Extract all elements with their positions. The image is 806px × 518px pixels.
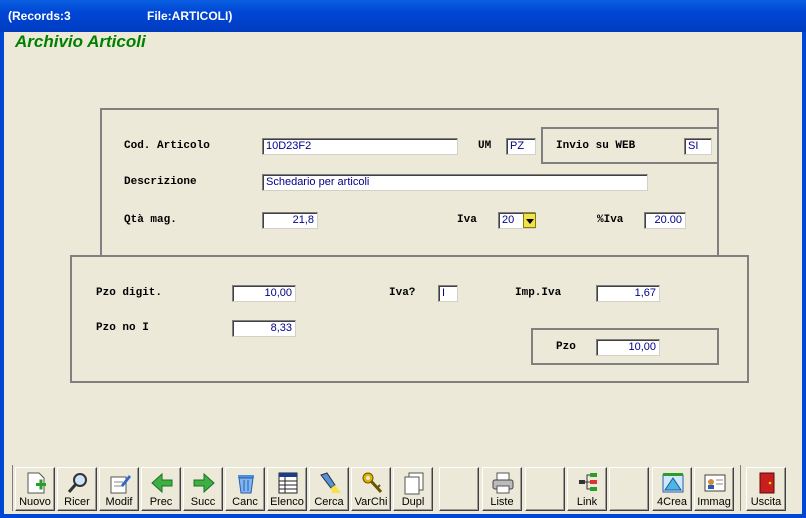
4crea-button[interactable]: 4Crea <box>652 467 692 511</box>
pzo-label: Pzo <box>556 341 576 353</box>
um-label: UM <box>478 140 492 152</box>
exit-door-icon <box>759 472 775 494</box>
qta-label: Qtà mag. <box>124 214 177 226</box>
modif-label: Modif <box>105 496 133 508</box>
invio-web-label: Invio su WEB <box>556 140 636 152</box>
edit-icon <box>110 475 131 494</box>
pzo-digit-label: Pzo digit. <box>96 287 163 299</box>
toolbar-separator <box>12 465 13 511</box>
window-border-right <box>802 32 806 518</box>
liste-button[interactable]: Liste <box>482 467 522 511</box>
perc-iva-label: %Iva <box>597 214 624 226</box>
descrizione-field[interactable]: Schedario per articoli <box>262 174 648 191</box>
invio-web-field[interactable]: SI <box>684 138 712 155</box>
uscita-label: Uscita <box>750 496 782 508</box>
immag-button[interactable]: Immag <box>694 467 734 511</box>
create-icon <box>662 473 684 493</box>
id-card-icon <box>704 474 726 492</box>
pzo-digit-field[interactable]: 10,00 <box>232 285 296 302</box>
list-icon <box>278 472 298 494</box>
modif-button[interactable]: Modif <box>99 467 139 511</box>
dupl-button[interactable]: Dupl <box>393 467 433 511</box>
imp-iva-field[interactable]: 1,67 <box>596 285 660 302</box>
tree-icon <box>579 473 597 491</box>
flashlight-icon <box>320 472 341 493</box>
cerca-label: Cerca <box>314 496 344 508</box>
pzo-no-i-field[interactable]: 8,33 <box>232 320 296 337</box>
cod-articolo-label: Cod. Articolo <box>124 140 210 152</box>
elenco-label: Elenco <box>270 496 304 508</box>
records-count: (Records:3 <box>8 9 71 23</box>
dupl-label: Dupl <box>401 496 425 508</box>
qta-field[interactable]: 21,8 <box>262 212 318 229</box>
new-document-icon <box>27 472 46 494</box>
duplicate-icon <box>404 472 424 495</box>
link-label: Link <box>576 496 598 508</box>
prec-label: Prec <box>149 496 173 508</box>
succ-label: Succ <box>190 496 216 508</box>
empty-button-1[interactable] <box>439 467 479 511</box>
liste-label: Liste <box>490 496 514 508</box>
printer-icon <box>492 472 514 494</box>
keys-icon <box>362 472 383 494</box>
descrizione-label: Descrizione <box>124 176 197 188</box>
canc-button[interactable]: Canc <box>225 467 265 511</box>
iva-select-value: 20 <box>502 214 515 226</box>
link-button[interactable]: Link <box>567 467 607 511</box>
um-field[interactable]: PZ <box>506 138 536 155</box>
trash-icon <box>238 475 254 494</box>
app-window: (Records:3 File:ARTICOLI) Archivio Artic… <box>0 0 806 518</box>
magnifier-icon <box>67 473 87 493</box>
chevron-down-icon[interactable] <box>523 213 536 228</box>
toolbar: Nuovo Ricer Modif Prec Succ Canc Elenco … <box>12 462 788 511</box>
window-border-left <box>0 32 4 518</box>
empty-button-2[interactable] <box>525 467 565 511</box>
ricer-button[interactable]: Ricer <box>57 467 97 511</box>
nuovo-button[interactable]: Nuovo <box>15 467 55 511</box>
succ-button[interactable]: Succ <box>183 467 223 511</box>
pzo-field[interactable]: 10,00 <box>596 339 660 356</box>
iva-label: Iva <box>457 214 477 226</box>
elenco-button[interactable]: Elenco <box>267 467 307 511</box>
empty-button-3[interactable] <box>609 467 649 511</box>
title-bar[interactable]: (Records:3 File:ARTICOLI) <box>0 0 806 32</box>
file-name: File:ARTICOLI) <box>147 9 233 23</box>
arrow-left-icon <box>151 472 173 494</box>
iva-q-field[interactable]: I <box>438 285 458 302</box>
arrow-right-icon <box>193 472 215 494</box>
varchi-label: VarChi <box>354 496 388 508</box>
imp-iva-label: Imp.Iva <box>515 287 562 299</box>
varchi-button[interactable]: VarChi <box>351 467 391 511</box>
perc-iva-field[interactable]: 20.00 <box>644 212 686 229</box>
cerca-button[interactable]: Cerca <box>309 467 349 511</box>
cod-articolo-field[interactable]: 10D23F2 <box>262 138 458 155</box>
toolbar-separator <box>740 465 741 511</box>
uscita-button[interactable]: Uscita <box>746 467 786 511</box>
ricer-label: Ricer <box>64 496 90 508</box>
nuovo-label: Nuovo <box>19 496 51 508</box>
canc-label: Canc <box>232 496 258 508</box>
4crea-label: 4Crea <box>657 496 687 508</box>
immag-label: Immag <box>697 496 731 508</box>
window-border-bottom <box>0 514 806 518</box>
iva-q-label: Iva? <box>389 287 416 299</box>
prec-button[interactable]: Prec <box>141 467 181 511</box>
form-heading: Archivio Articoli <box>15 32 146 51</box>
pzo-no-i-label: Pzo no I <box>96 322 149 334</box>
